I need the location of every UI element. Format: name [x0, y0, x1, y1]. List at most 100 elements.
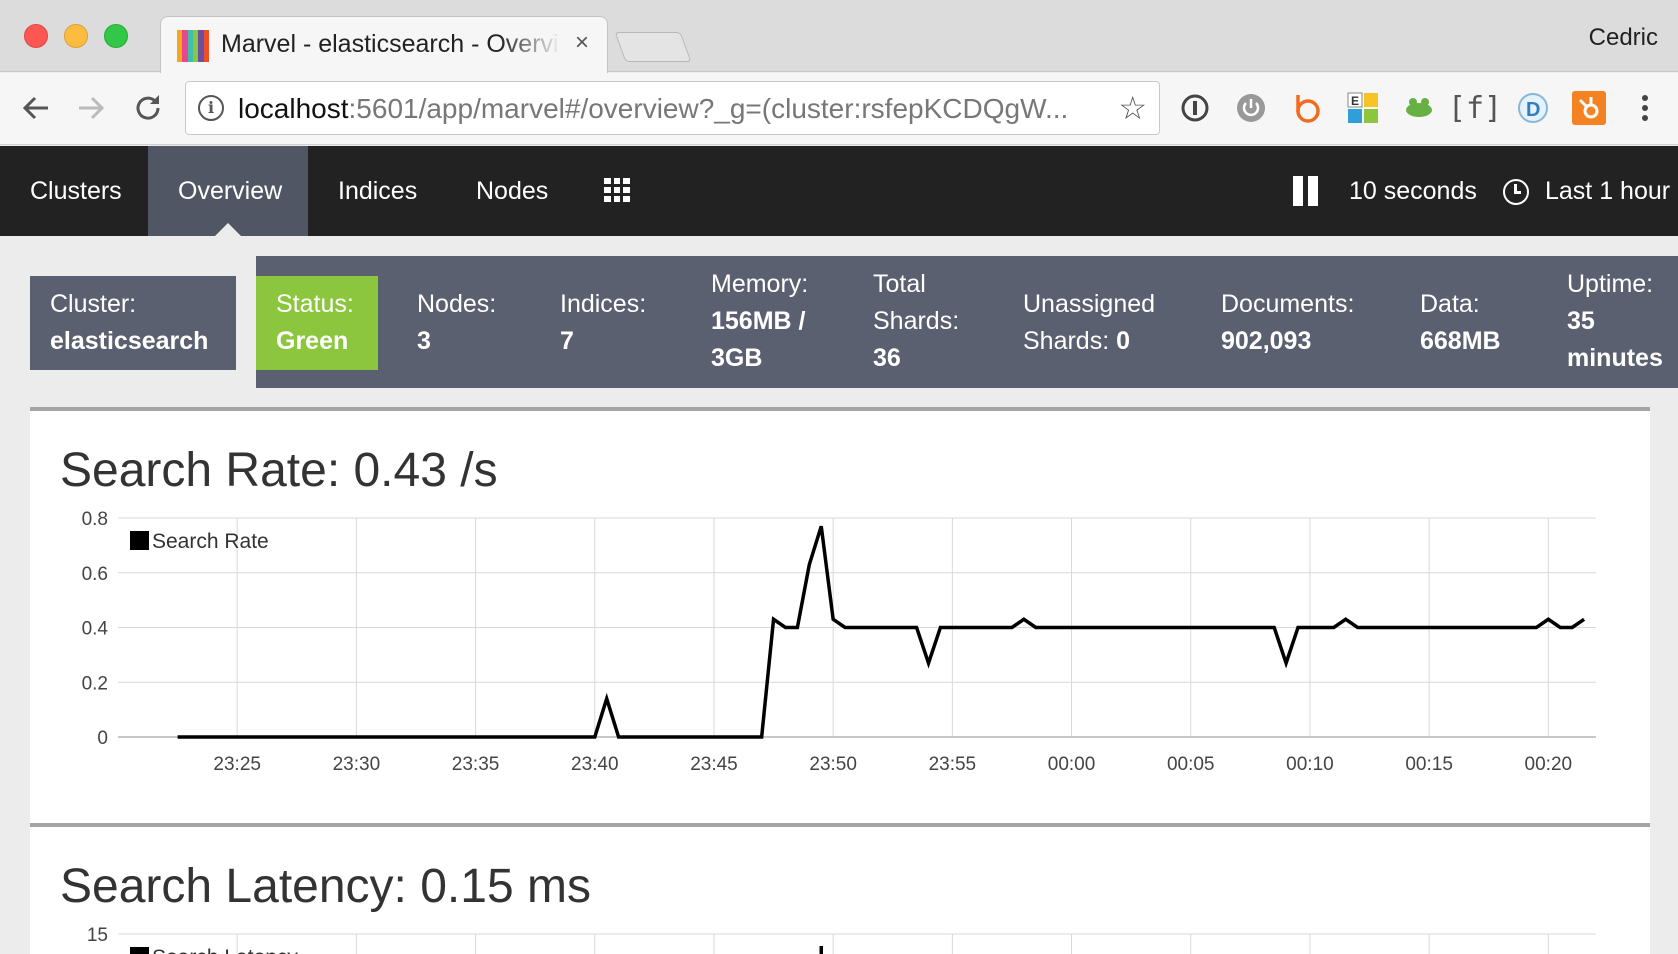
x-tick-label: 23:40 [571, 754, 619, 775]
x-tick-label: 23:25 [213, 754, 261, 775]
y-tick-label: 15 [87, 925, 108, 946]
x-tick-label: 23:45 [690, 754, 738, 775]
nav-nodes[interactable]: Nodes [446, 146, 578, 236]
unassigned-shards-stat: Unassigned Shards: 0 [1023, 286, 1155, 360]
svg-text:E: E [1351, 94, 1359, 108]
cluster-badge: Cluster: elasticsearch [30, 276, 236, 370]
y-tick-label: 0.6 [82, 564, 108, 585]
memory-value: 156MB / [711, 307, 806, 335]
more-icon[interactable] [1628, 91, 1662, 125]
search-rate-panel: Search Rate: 0.43 /s 0 0.2 0.4 0.6 0.8 23:25 2… [30, 407, 1650, 825]
cluster-label: Cluster: [50, 290, 137, 318]
total-shards-value: 36 [873, 344, 901, 372]
app-grid-icon[interactable] [604, 178, 630, 202]
d-icon[interactable]: D [1516, 91, 1550, 125]
1password-icon[interactable] [1178, 91, 1212, 125]
status-badge: Status: Green [256, 276, 378, 370]
search-latency-panel: Search Latency: 0.15 ms 15Search Latency [30, 823, 1650, 954]
legend-label: Search Rate [152, 530, 269, 553]
window-maximize-button[interactable] [104, 24, 128, 48]
x-tick-label: 23:50 [809, 754, 857, 775]
total-shards-stat: Total Shards: 36 [873, 266, 959, 377]
x-tick-label: 00:00 [1048, 754, 1096, 775]
x-tick-label: 23:35 [452, 754, 500, 775]
search-rate-chart: 0 0.2 0.4 0.6 0.8 23:25 23:30 23:35 23:40 23:45 23… [82, 509, 1596, 775]
url-path: :5601/app/marvel#/overview?_g=(cluster:r… [348, 93, 1069, 124]
memory-label: Memory: [711, 270, 809, 298]
data-value: 668MB [1420, 327, 1501, 355]
back-arrow-icon[interactable] [15, 87, 57, 129]
tab-close-icon[interactable]: × [575, 29, 589, 57]
x-tick-label: 00:05 [1167, 754, 1215, 775]
new-tab-button[interactable] [614, 32, 692, 62]
y-tick-label: 0.2 [82, 673, 108, 694]
unassigned-value: 0 [1116, 327, 1131, 355]
memory-stat: Memory: 156MB / 3GB [711, 266, 808, 377]
x-tick-label: 00:20 [1525, 754, 1573, 775]
f-bracket-icon[interactable]: [f] [1448, 91, 1502, 126]
x-tick-label: 00:15 [1405, 754, 1453, 775]
legend-swatch [130, 947, 149, 954]
data-stat: Data: 668MB [1420, 286, 1501, 360]
legend-label: Search Latency [152, 946, 298, 954]
hubspot-icon[interactable] [1572, 91, 1606, 125]
x-tick-label: 23:30 [333, 754, 381, 775]
documents-stat: Documents: 902,093 [1221, 286, 1354, 360]
window-minimize-button[interactable] [64, 24, 88, 48]
series-line-search-rate [177, 525, 1586, 739]
y-tick-label: 0.4 [82, 619, 109, 640]
browser-titlebar: Marvel - elasticsearch - Overview × Cedr… [0, 0, 1678, 73]
status-value: Green [276, 327, 349, 355]
unassigned-label: Unassigned [1023, 290, 1156, 318]
clock-icon[interactable] [1503, 179, 1529, 205]
uptime-stat: Uptime: 35 minutes [1567, 266, 1663, 377]
nodes-value: 3 [417, 327, 431, 355]
nav-indices[interactable]: Indices [308, 146, 447, 236]
nodes-stat: Nodes: 3 [417, 286, 496, 360]
browser-toolbar: i localhost:5601/app/marvel#/overview?_g… [0, 73, 1678, 145]
documents-label: Documents: [1221, 290, 1355, 318]
app-nav: Clusters Overview Indices Nodes 10 secon… [0, 146, 1678, 236]
reload-icon[interactable] [127, 87, 169, 129]
window-close-button[interactable] [24, 24, 48, 48]
url-host: localhost [238, 93, 349, 124]
nodes-label: Nodes: [417, 290, 497, 318]
y-tick-label: 0.8 [82, 509, 108, 530]
address-bar[interactable]: i localhost:5601/app/marvel#/overview?_g… [185, 81, 1160, 135]
marvel-favicon-icon [177, 30, 209, 62]
total-shards-label: Total [873, 270, 926, 298]
total-shards-label-2: Shards: [873, 307, 960, 335]
b-icon[interactable] [1290, 91, 1324, 125]
url-text: localhost:5601/app/marvel#/overview?_g=(… [238, 93, 1098, 125]
forward-arrow-icon[interactable] [70, 87, 112, 129]
profile-name[interactable]: Cedric [1589, 24, 1658, 52]
y-tick-label: 0 [97, 728, 108, 749]
documents-value: 902,093 [1221, 327, 1312, 355]
time-range[interactable]: Last 1 hour [1545, 146, 1670, 236]
legend-swatch [130, 531, 149, 550]
d-icon-label: D [1526, 99, 1540, 121]
tab-title: Marvel - elasticsearch - Overview [221, 30, 561, 58]
nav-overview[interactable]: Overview [148, 146, 308, 236]
power-icon[interactable] [1234, 91, 1268, 125]
nav-clusters[interactable]: Clusters [0, 146, 148, 236]
bookmark-star-icon[interactable]: ☆ [1118, 89, 1147, 127]
pause-icon[interactable] [1293, 176, 1321, 206]
cluster-status-bar: Status: Green Nodes: 3 Indices: 7 Memory… [256, 256, 1678, 388]
browser-tab[interactable]: Marvel - elasticsearch - Overview × [160, 16, 608, 73]
memory-total: 3GB [711, 344, 763, 372]
e-icon[interactable]: E [1346, 91, 1380, 125]
indices-label: Indices: [560, 290, 647, 318]
uptime-label: Uptime: [1567, 270, 1654, 298]
cluster-name: elasticsearch [50, 327, 209, 355]
unassigned-label-2: Shards: [1023, 327, 1110, 355]
data-label: Data: [1420, 290, 1480, 318]
x-tick-label: 00:10 [1286, 754, 1334, 775]
search-latency-chart: 15 Search Latency [87, 925, 1596, 954]
status-label: Status: [276, 290, 354, 318]
indices-stat: Indices: 7 [560, 286, 646, 360]
uptime-value: 35 [1567, 307, 1595, 335]
refresh-interval[interactable]: 10 seconds [1349, 146, 1477, 236]
frog-icon[interactable] [1402, 91, 1436, 125]
site-info-icon[interactable]: i [198, 95, 224, 121]
